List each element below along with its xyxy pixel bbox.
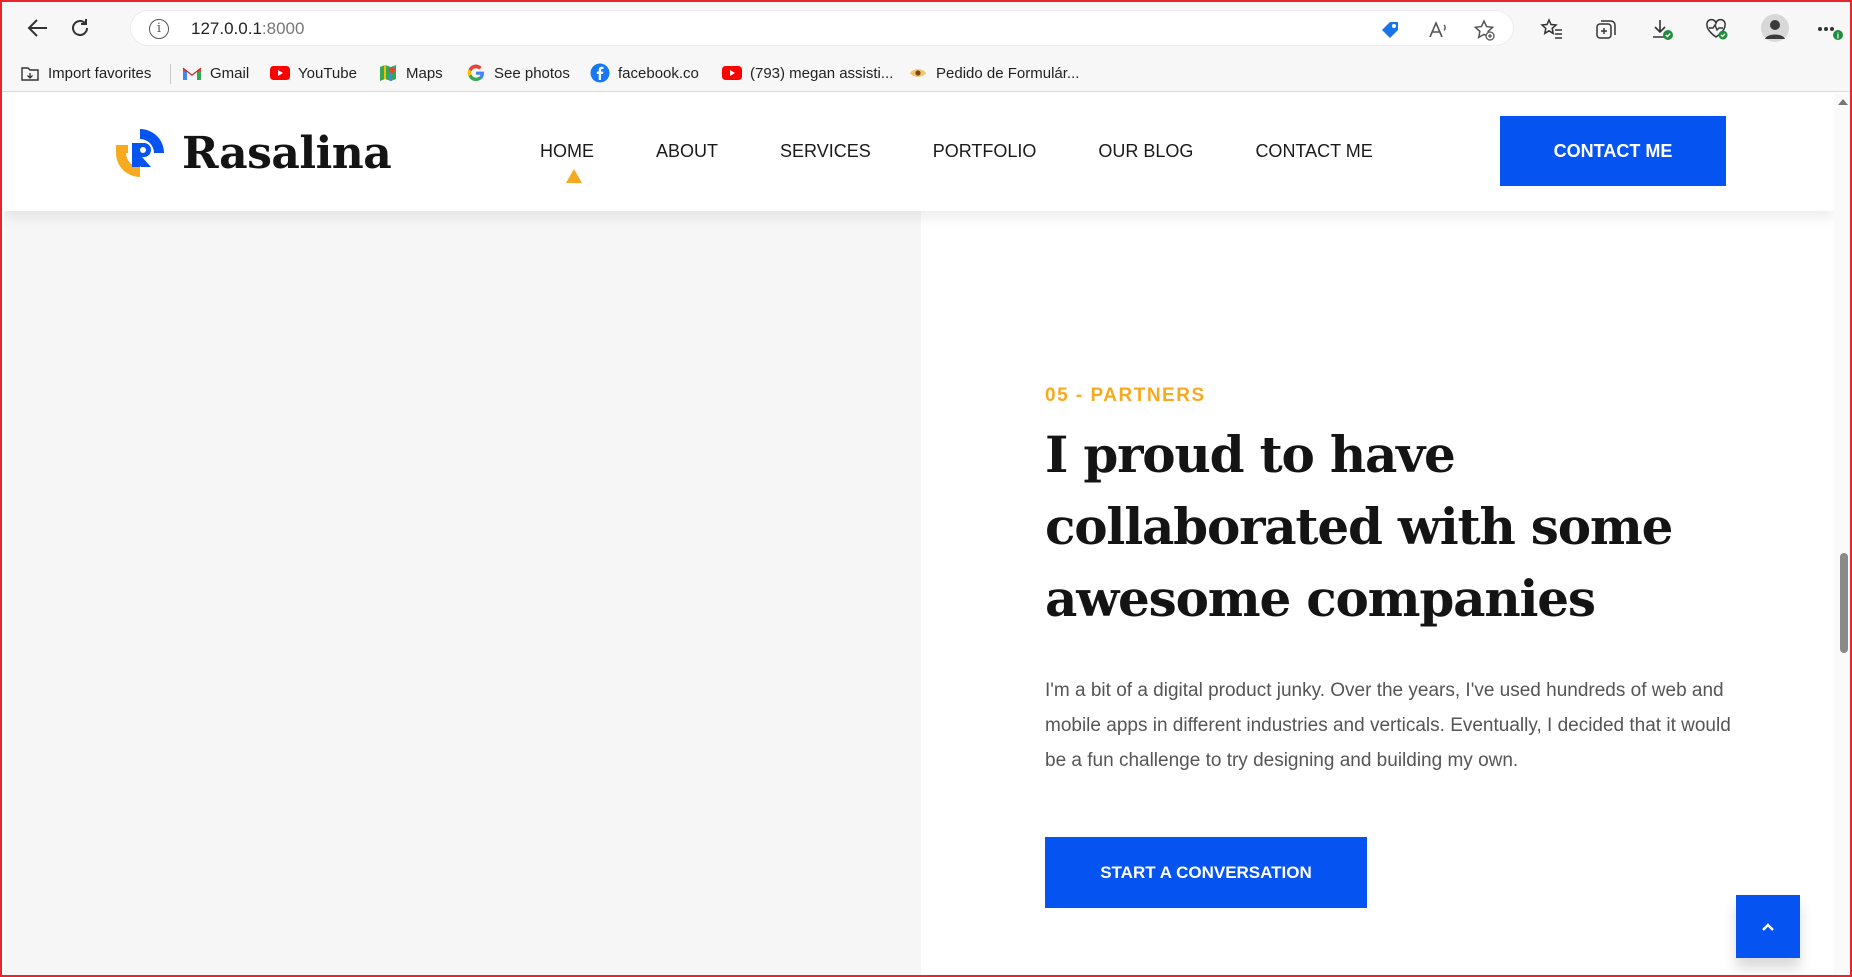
- eye-icon: [908, 63, 928, 83]
- gmail-icon: [182, 63, 202, 83]
- section-description: I'm a bit of a digital product junky. Ov…: [1045, 680, 1731, 771]
- favorites-icon[interactable]: [1538, 15, 1566, 43]
- start-conversation-button[interactable]: START A CONVERSATION: [1045, 837, 1367, 908]
- partners-logo-panel: [4, 93, 921, 975]
- nav-portfolio[interactable]: PORTFOLIO: [902, 141, 1068, 162]
- bookmark-label: YouTube: [298, 64, 357, 82]
- bookmark-see-photos[interactable]: See photos: [466, 62, 570, 84]
- bookmarks-divider: [170, 64, 171, 84]
- scroll-up-arrow-icon[interactable]: [1838, 99, 1848, 105]
- contact-me-button[interactable]: CONTACT ME: [1500, 116, 1726, 186]
- page-scrollbar[interactable]: [1834, 93, 1850, 975]
- bookmark-label: Import favorites: [48, 64, 152, 82]
- settings-more-icon[interactable]: i: [1816, 15, 1844, 43]
- add-favorite-icon[interactable]: [1473, 19, 1495, 41]
- nav-services[interactable]: SERVICES: [749, 141, 902, 162]
- chevron-up-icon: [1762, 922, 1774, 931]
- page-viewport: Rasalina HOME ABOUT SERVICES PORTFOLIO O…: [4, 93, 1834, 975]
- refresh-icon[interactable]: [64, 12, 96, 44]
- site-logo[interactable]: Rasalina: [112, 125, 392, 181]
- bookmark-facebook[interactable]: facebook.co: [590, 62, 699, 84]
- bookmark-label: (793) megan assisti...: [750, 64, 894, 82]
- nav-about[interactable]: ABOUT: [625, 141, 749, 162]
- svg-text:i: i: [1837, 32, 1839, 41]
- bookmark-label: Pedido de Formulár...: [936, 64, 1080, 82]
- bookmark-pedido[interactable]: Pedido de Formulár...: [908, 62, 1079, 84]
- bookmark-label: facebook.co: [618, 64, 699, 82]
- bookmark-import-favorites[interactable]: Import favorites: [20, 62, 151, 84]
- logo-mark-icon: [116, 129, 164, 177]
- logo-text: Rasalina: [182, 127, 392, 179]
- bookmark-gmail[interactable]: Gmail: [182, 62, 249, 84]
- youtube-icon: [270, 63, 290, 83]
- browser-window: i 127.0.0.1:8000 i Import favorites Gmai…: [0, 0, 1852, 977]
- bookmark-youtube[interactable]: YouTube: [270, 62, 357, 84]
- address-bar[interactable]: i 127.0.0.1:8000: [130, 10, 1514, 46]
- maps-icon: [378, 63, 398, 83]
- bookmarks-bar: Import favorites Gmail YouTube Maps See …: [2, 54, 1850, 92]
- url-text: 127.0.0.1:8000: [191, 19, 304, 39]
- youtube-icon: [722, 63, 742, 83]
- nav-label: PORTFOLIO: [932, 141, 1037, 161]
- google-icon: [466, 63, 486, 83]
- back-icon[interactable]: [22, 12, 54, 44]
- partners-content: 05 - PARTNERS I proud to have collaborat…: [1045, 385, 1745, 778]
- collections-icon[interactable]: [1592, 15, 1620, 43]
- bookmark-label: Gmail: [210, 64, 250, 82]
- nav-label: SERVICES: [780, 141, 871, 161]
- import-favorites-icon: [20, 63, 40, 83]
- bookmark-youtube-megan[interactable]: (793) megan assisti...: [722, 62, 893, 84]
- facebook-icon: [590, 63, 610, 83]
- nav-home[interactable]: HOME: [522, 141, 625, 183]
- nav-label: CONTACT ME: [1255, 141, 1373, 161]
- scroll-to-top-button[interactable]: [1736, 895, 1800, 958]
- bookmark-maps[interactable]: Maps: [378, 62, 443, 84]
- url-port: :8000: [261, 19, 305, 38]
- site-header: Rasalina HOME ABOUT SERVICES PORTFOLIO O…: [4, 93, 1834, 211]
- url-host: 127.0.0.1: [191, 19, 262, 38]
- bookmark-label: See photos: [494, 64, 570, 82]
- read-aloud-icon[interactable]: [1427, 19, 1449, 41]
- main-nav: HOME ABOUT SERVICES PORTFOLIO OUR BLOG C…: [522, 141, 1404, 183]
- downloads-icon[interactable]: [1648, 15, 1676, 43]
- section-title: I proud to have collaborated with some a…: [1045, 425, 1673, 628]
- bookmark-label: Maps: [406, 64, 443, 82]
- nav-our-blog[interactable]: OUR BLOG: [1067, 141, 1224, 162]
- profile-avatar[interactable]: [1760, 13, 1790, 43]
- section-eyebrow: 05 - PARTNERS: [1045, 385, 1206, 406]
- browser-toolbar: i 127.0.0.1:8000 i: [2, 2, 1850, 54]
- nav-label: HOME: [540, 141, 594, 161]
- browser-essentials-icon[interactable]: [1702, 15, 1730, 43]
- site-info-icon[interactable]: i: [149, 19, 169, 39]
- nav-contact-me[interactable]: CONTACT ME: [1224, 141, 1403, 162]
- coupon-tag-icon[interactable]: [1379, 19, 1401, 41]
- nav-label: OUR BLOG: [1098, 141, 1194, 161]
- nav-label: ABOUT: [656, 141, 719, 161]
- scrollbar-thumb[interactable]: [1840, 553, 1848, 653]
- active-indicator-icon: [565, 169, 582, 183]
